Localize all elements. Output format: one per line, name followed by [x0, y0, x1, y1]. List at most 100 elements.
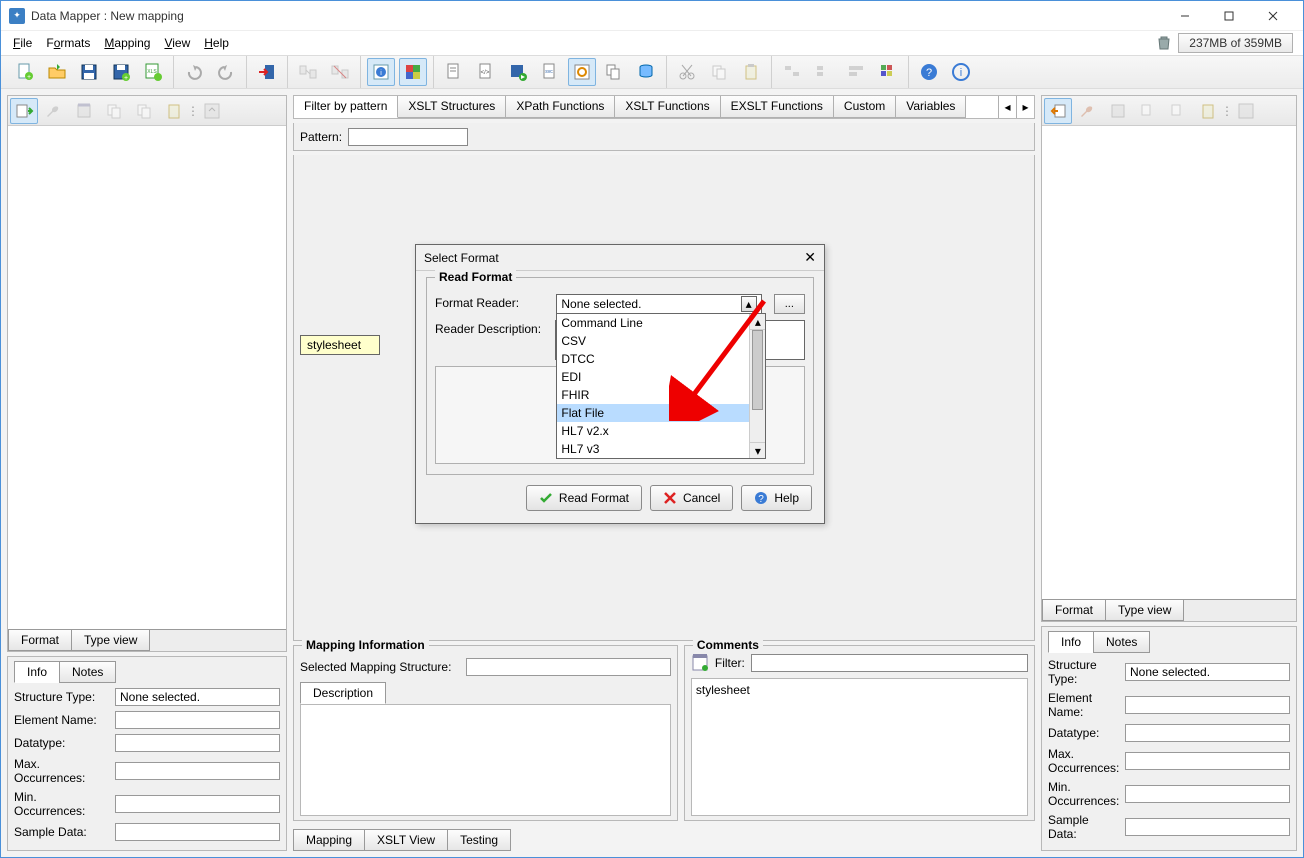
left-tree-content[interactable] — [8, 126, 286, 629]
menu-help[interactable]: Help — [198, 34, 235, 52]
right-wrench-button[interactable] — [1074, 98, 1102, 124]
option-fhir[interactable]: FHIR — [557, 386, 765, 404]
help-button[interactable]: ? — [915, 58, 943, 86]
left-wrench-button[interactable] — [40, 98, 68, 124]
right-copy2-button[interactable] — [1164, 98, 1192, 124]
paste-button[interactable] — [737, 58, 765, 86]
right-paste-button[interactable] — [1194, 98, 1222, 124]
left-copy1-button[interactable] — [100, 98, 128, 124]
tab-custom[interactable]: Custom — [834, 96, 896, 118]
comments-group: Comments Filter: stylesheet — [684, 645, 1035, 821]
filter-input[interactable] — [751, 654, 1028, 672]
option-hl7v3[interactable]: HL7 v3 — [557, 440, 765, 458]
tab-notes-right[interactable]: Notes — [1093, 631, 1150, 653]
tab-testing[interactable]: Testing — [447, 829, 511, 851]
tab-exslt-functions[interactable]: EXSLT Functions — [721, 96, 834, 118]
tab-mapping[interactable]: Mapping — [293, 829, 365, 851]
option-dtcc[interactable]: DTCC — [557, 350, 765, 368]
tab-info[interactable]: Info — [14, 661, 60, 683]
option-command-line[interactable]: Command Line — [557, 314, 765, 332]
tab-xpath-functions[interactable]: XPath Functions — [506, 96, 615, 118]
field-sample-data-r — [1125, 818, 1290, 836]
tab-xslt-structures[interactable]: XSLT Structures — [398, 96, 506, 118]
stylesheet-node[interactable]: stylesheet — [300, 335, 380, 355]
doc1-button[interactable] — [440, 58, 468, 86]
color-tool-button[interactable] — [399, 58, 427, 86]
save-button[interactable] — [75, 58, 103, 86]
run-config-button[interactable] — [568, 58, 596, 86]
dropdown-scrollbar[interactable]: ▴ ▾ — [749, 314, 765, 458]
minimize-button[interactable] — [1163, 2, 1207, 30]
maximize-button[interactable] — [1207, 2, 1251, 30]
left-collapse-button[interactable] — [198, 98, 226, 124]
tab-xslt-view[interactable]: XSLT View — [364, 829, 448, 851]
right-tree-content[interactable] — [1042, 126, 1296, 599]
link-button[interactable] — [294, 58, 322, 86]
new-file-button[interactable]: + — [11, 58, 39, 86]
option-hl7v2[interactable]: HL7 v2.x — [557, 422, 765, 440]
cancel-button[interactable]: Cancel — [650, 485, 733, 511]
option-edi[interactable]: EDI — [557, 368, 765, 386]
left-notes-button[interactable] — [70, 98, 98, 124]
dialog-titlebar[interactable]: Select Format ✕ — [416, 245, 824, 271]
left-copy2-button[interactable] — [130, 98, 158, 124]
read-format-button[interactable]: Read Format — [526, 485, 642, 511]
browse-button[interactable]: ... — [774, 294, 805, 314]
align2-button[interactable] — [810, 58, 838, 86]
right-export-button[interactable] — [1044, 98, 1072, 124]
comments-body[interactable]: stylesheet — [691, 678, 1028, 816]
left-import-button[interactable] — [10, 98, 38, 124]
option-csv[interactable]: CSV — [557, 332, 765, 350]
tab-xslt-functions[interactable]: XSLT Functions — [615, 96, 720, 118]
menu-formats[interactable]: Formats — [40, 34, 96, 52]
menu-mapping[interactable]: Mapping — [98, 34, 156, 52]
menu-view[interactable]: View — [158, 34, 196, 52]
tab-info-right[interactable]: Info — [1048, 631, 1094, 653]
open-file-button[interactable] — [43, 58, 71, 86]
field-structure-type-r — [1125, 663, 1290, 681]
close-button[interactable] — [1251, 2, 1295, 30]
undo-button[interactable] — [180, 58, 208, 86]
save-as-button[interactable]: + — [107, 58, 135, 86]
tab-nav-right[interactable]: ▸ — [1016, 96, 1034, 118]
copy-button[interactable] — [705, 58, 733, 86]
left-paste-button[interactable] — [160, 98, 188, 124]
tab-notes[interactable]: Notes — [59, 661, 116, 683]
copy-doc-button[interactable] — [600, 58, 628, 86]
format-reader-combo[interactable]: None selected. ▴ Command Line CSV DTCC E… — [556, 294, 761, 314]
about-button[interactable]: i — [947, 58, 975, 86]
align3-button[interactable] — [842, 58, 870, 86]
tab-typeview[interactable]: Type view — [71, 630, 150, 651]
exit-button[interactable] — [253, 58, 281, 86]
doc-settings-button[interactable]: svc — [536, 58, 564, 86]
selected-map-input[interactable] — [466, 658, 671, 676]
option-flat-file[interactable]: Flat File — [557, 404, 765, 422]
dialog-help-button[interactable]: ? Help — [741, 485, 812, 511]
align1-button[interactable] — [778, 58, 806, 86]
tab-nav-left[interactable]: ◂ — [998, 96, 1016, 118]
info-tool-button[interactable]: i — [367, 58, 395, 86]
tab-description[interactable]: Description — [300, 682, 386, 704]
tab-typeview-right[interactable]: Type view — [1105, 600, 1184, 621]
tab-variables[interactable]: Variables — [896, 96, 966, 118]
left-bottom-tabs: Format Type view — [8, 629, 286, 651]
right-collapse-button[interactable] — [1232, 98, 1260, 124]
palette-button[interactable] — [874, 58, 902, 86]
right-notes-button[interactable] — [1104, 98, 1132, 124]
doc-code-button[interactable]: </> — [472, 58, 500, 86]
dialog-close-button[interactable]: ✕ — [804, 249, 816, 266]
combo-arrow-icon[interactable]: ▴ — [741, 296, 757, 312]
tab-format-right[interactable]: Format — [1042, 600, 1106, 621]
description-body[interactable] — [300, 704, 671, 816]
cut-button[interactable] — [673, 58, 701, 86]
pattern-input[interactable] — [348, 128, 468, 146]
database-button[interactable] — [632, 58, 660, 86]
menu-file[interactable]: File — [7, 34, 38, 52]
export-xls-button[interactable]: XLS — [139, 58, 167, 86]
save-run-button[interactable] — [504, 58, 532, 86]
redo-button[interactable] — [212, 58, 240, 86]
tab-filter-by-pattern[interactable]: Filter by pattern — [294, 96, 398, 118]
right-copy1-button[interactable] — [1134, 98, 1162, 124]
unlink-button[interactable] — [326, 58, 354, 86]
tab-format[interactable]: Format — [8, 630, 72, 651]
